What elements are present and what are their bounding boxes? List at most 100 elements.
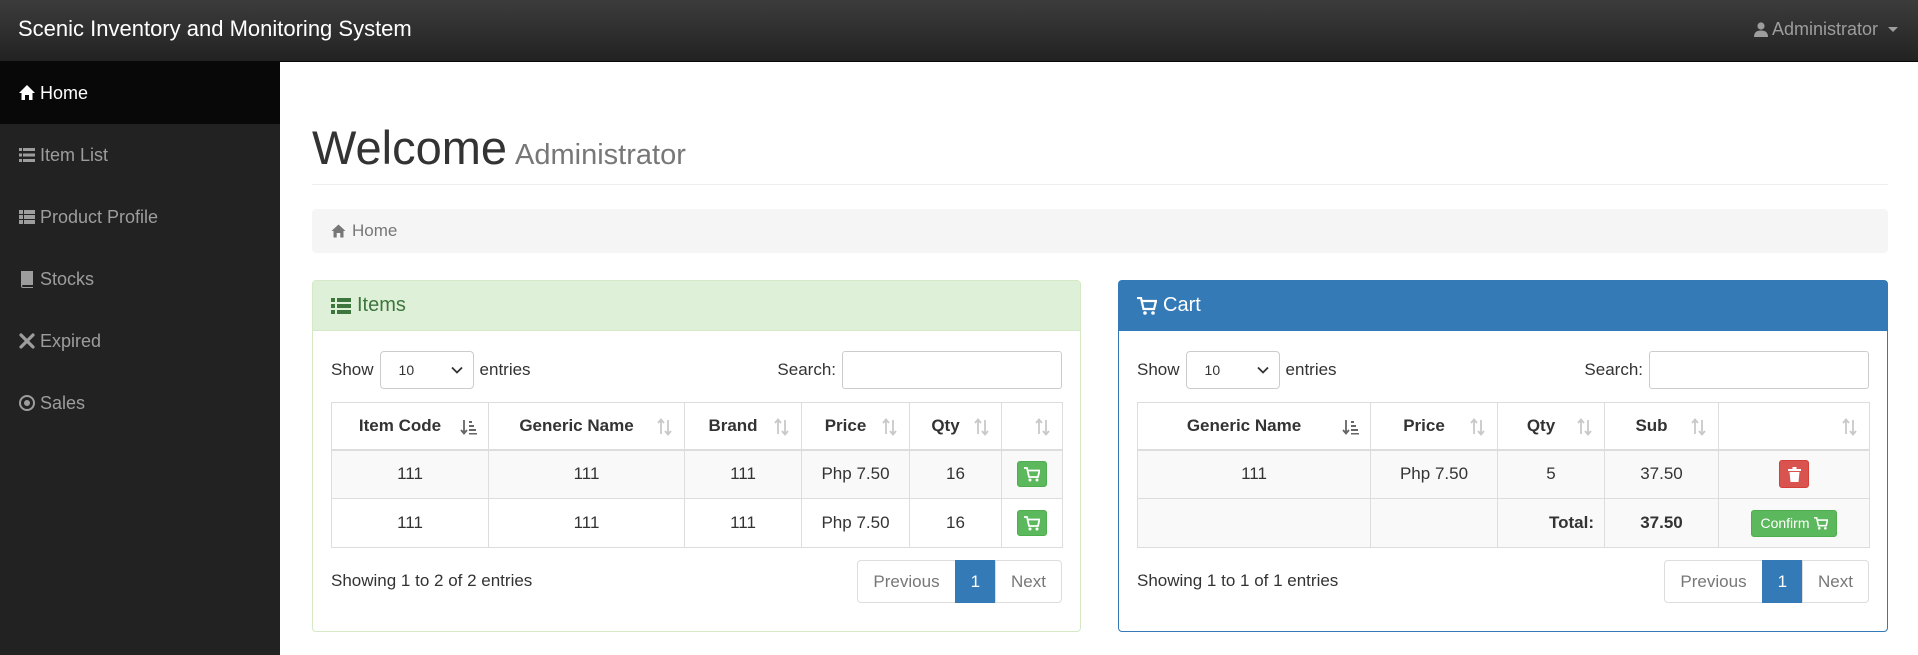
book-icon bbox=[21, 271, 33, 288]
page-1-button[interactable]: 1 bbox=[1761, 560, 1804, 603]
cart-length-value: 10 bbox=[1204, 362, 1221, 378]
total-row: Total: 37.50 Confirm bbox=[1137, 498, 1870, 548]
col-sub[interactable]: Sub bbox=[1604, 402, 1719, 451]
col-label: Item Code bbox=[358, 415, 442, 435]
grid-list-icon bbox=[19, 210, 35, 224]
sidebar-item-stocks[interactable]: Stocks bbox=[0, 248, 280, 310]
col-price[interactable]: Price bbox=[801, 402, 910, 451]
page-subtitle: Administrator bbox=[515, 139, 686, 171]
x-icon bbox=[19, 333, 35, 349]
cell-action bbox=[1718, 449, 1870, 499]
items-panel-heading: Items bbox=[313, 281, 1080, 331]
sidebar-item-product-profile[interactable]: Product Profile bbox=[0, 186, 280, 248]
sort-icon bbox=[657, 418, 672, 436]
list-icon bbox=[331, 297, 351, 314]
sort-asc-icon bbox=[460, 420, 477, 435]
cart-icon bbox=[1024, 467, 1040, 482]
sort-icon bbox=[1691, 418, 1706, 436]
home-icon bbox=[331, 224, 346, 238]
cart-icon bbox=[1024, 516, 1040, 531]
next-page-button[interactable]: Next bbox=[1802, 560, 1869, 603]
cart-panel-title: Cart bbox=[1163, 294, 1201, 316]
items-length-select[interactable]: 10 bbox=[379, 351, 474, 389]
col-label: Price bbox=[824, 415, 867, 435]
cell-price: Php 7.50 bbox=[1370, 449, 1498, 499]
items-search-input[interactable] bbox=[842, 351, 1062, 389]
sort-icon bbox=[882, 418, 897, 436]
sort-icon bbox=[974, 418, 989, 436]
sort-icon bbox=[1842, 418, 1857, 436]
cell-item-code: 111 bbox=[331, 498, 489, 548]
table-row: 111 Php 7.50 5 37.50 bbox=[1137, 449, 1870, 499]
cell-action: Confirm bbox=[1718, 498, 1870, 548]
cell-sub: 37.50 bbox=[1604, 449, 1719, 499]
trash-icon bbox=[1788, 467, 1801, 483]
sidebar-item-expired[interactable]: Expired bbox=[0, 310, 280, 372]
items-table-controls: Show 10 entries Search: bbox=[331, 351, 1062, 389]
col-action[interactable] bbox=[1718, 402, 1870, 451]
breadcrumb-home[interactable]: Home bbox=[352, 221, 397, 241]
page-1-button[interactable]: 1 bbox=[954, 560, 997, 603]
confirm-button[interactable]: Confirm bbox=[1751, 509, 1837, 537]
col-qty[interactable]: Qty bbox=[1497, 402, 1605, 451]
cart-table: Generic Name Price Qty Sub 111 Php 7.50 … bbox=[1137, 402, 1870, 548]
cart-table-header: Generic Name Price Qty Sub bbox=[1137, 402, 1870, 451]
sidebar-item-item-list[interactable]: Item List bbox=[0, 124, 280, 186]
previous-page-button[interactable]: Previous bbox=[857, 560, 956, 603]
user-name: Administrator bbox=[1771, 19, 1878, 39]
col-qty[interactable]: Qty bbox=[909, 402, 1002, 451]
col-label: Qty bbox=[1526, 415, 1556, 435]
page-title: Welcome Administrator bbox=[312, 120, 1888, 175]
previous-page-button[interactable]: Previous bbox=[1664, 560, 1763, 603]
col-item-code[interactable]: Item Code bbox=[331, 402, 489, 451]
col-price[interactable]: Price bbox=[1370, 402, 1498, 451]
items-table: Item Code Generic Name Brand Price Qty 1… bbox=[331, 402, 1063, 548]
search-label: Search: bbox=[1584, 360, 1643, 379]
cart-panel-heading: Cart bbox=[1119, 281, 1887, 331]
sort-icon bbox=[1035, 418, 1050, 436]
cell-price: Php 7.50 bbox=[801, 449, 910, 499]
sidebar-item-sales[interactable]: Sales bbox=[0, 372, 280, 434]
cart-table-controls: Show 10 entries Search: bbox=[1137, 351, 1869, 389]
sidebar-item-label: Product Profile bbox=[40, 206, 159, 227]
sidebar-item-home[interactable]: Home bbox=[0, 62, 280, 124]
cell-brand: 111 bbox=[684, 449, 802, 499]
total-value: 37.50 bbox=[1604, 498, 1719, 548]
col-label: Price bbox=[1403, 415, 1445, 435]
chevron-down-icon bbox=[450, 366, 463, 374]
col-label: Generic Name bbox=[1186, 415, 1302, 435]
entries-label: entries bbox=[479, 360, 531, 379]
user-menu[interactable]: Administrator bbox=[1753, 19, 1898, 40]
search-label: Search: bbox=[777, 360, 836, 379]
cell-empty bbox=[1137, 498, 1371, 548]
cart-length-select[interactable]: 10 bbox=[1185, 351, 1280, 389]
add-to-cart-button[interactable] bbox=[1017, 510, 1047, 536]
cell-generic-name: 111 bbox=[1137, 449, 1371, 499]
sort-icon bbox=[1577, 418, 1592, 436]
remove-item-button[interactable] bbox=[1779, 460, 1809, 489]
sort-asc-icon bbox=[1342, 420, 1359, 435]
items-panel-title: Items bbox=[357, 294, 406, 316]
sort-icon bbox=[1470, 418, 1485, 436]
items-pagination: Previous 1 Next bbox=[857, 560, 1062, 603]
next-page-button[interactable]: Next bbox=[995, 560, 1062, 603]
home-icon bbox=[19, 85, 35, 100]
cell-action bbox=[1001, 498, 1063, 548]
cart-search-input[interactable] bbox=[1649, 351, 1869, 389]
cell-item-code: 111 bbox=[331, 449, 489, 499]
col-action[interactable] bbox=[1001, 402, 1063, 451]
col-generic-name[interactable]: Generic Name bbox=[1137, 402, 1371, 451]
app-brand[interactable]: Scenic Inventory and Monitoring System bbox=[18, 16, 412, 42]
show-label: Show bbox=[331, 360, 374, 379]
add-to-cart-button[interactable] bbox=[1017, 461, 1047, 488]
col-brand[interactable]: Brand bbox=[684, 402, 802, 451]
col-generic-name[interactable]: Generic Name bbox=[488, 402, 685, 451]
breadcrumb: Home bbox=[312, 209, 1888, 253]
items-table-header: Item Code Generic Name Brand Price Qty bbox=[331, 402, 1063, 451]
sidebar-item-label: Sales bbox=[40, 392, 86, 413]
col-label: Brand bbox=[708, 415, 758, 435]
cart-panel: Cart Show 10 entries Search: Generic Nam… bbox=[1118, 280, 1888, 632]
items-search-control: Search: bbox=[777, 351, 1062, 389]
cell-generic-name: 111 bbox=[488, 449, 685, 499]
cart-table-info: Showing 1 to 1 of 1 entries bbox=[1137, 571, 1339, 590]
